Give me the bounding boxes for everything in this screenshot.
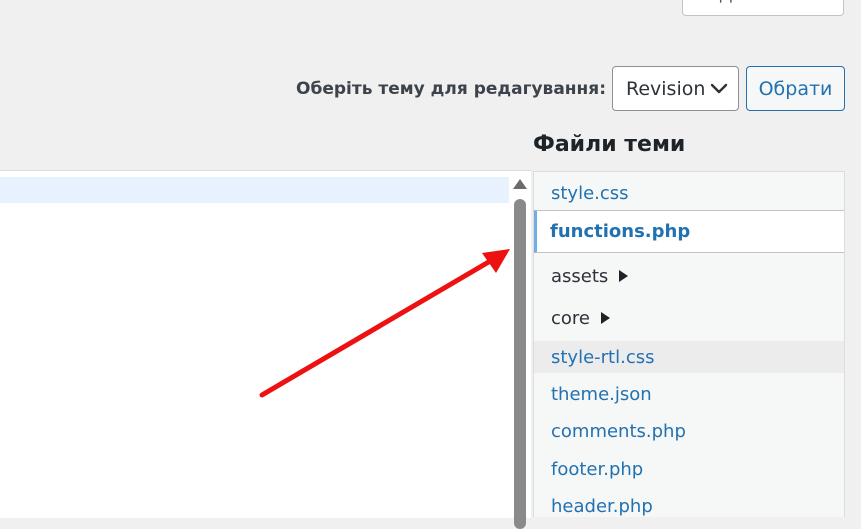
file-item-label: style.css <box>551 182 629 204</box>
file-item-theme-json[interactable]: theme.json <box>534 376 844 413</box>
theme-select[interactable]: Revision <box>612 66 739 111</box>
chevron-down-icon <box>710 83 728 93</box>
folder-item-assets[interactable]: assets <box>534 256 844 296</box>
file-item-style-css[interactable]: style.css <box>534 175 844 211</box>
editor-active-line <box>0 177 509 203</box>
file-item-header-php[interactable]: header.php <box>534 488 844 517</box>
editor-scrollbar[interactable] <box>509 171 531 529</box>
theme-selector-row: Оберіть тему для редагування: Revision О… <box>296 66 845 111</box>
theme-select-value: Revision <box>626 77 706 100</box>
folder-item-core[interactable]: core <box>534 298 844 338</box>
folder-item-label: core <box>551 307 590 329</box>
file-item-label: footer.php <box>551 459 644 480</box>
file-item-functions-php[interactable]: functions.php <box>534 210 844 253</box>
select-theme-button-label: Обрати <box>758 77 833 100</box>
caret-right-icon <box>619 270 629 282</box>
help-button[interactable]: Допомога <box>682 0 844 16</box>
theme-files-heading: Файли теми <box>533 132 686 157</box>
scroll-up-arrow-icon[interactable] <box>513 179 527 189</box>
help-button-label: Допомога <box>719 0 807 8</box>
file-item-label: theme.json <box>551 384 652 405</box>
file-item-label: header.php <box>551 496 653 517</box>
file-item-footer-php[interactable]: footer.php <box>534 451 844 488</box>
file-item-label: comments.php <box>551 421 686 442</box>
file-item-comments-php[interactable]: comments.php <box>534 413 844 450</box>
scroll-thumb[interactable] <box>514 199 526 529</box>
code-editor[interactable] <box>0 170 531 529</box>
file-item-label: functions.php <box>550 221 691 242</box>
select-theme-button[interactable]: Обрати <box>746 66 845 111</box>
folder-item-label: assets <box>551 265 609 287</box>
theme-file-list: style.css functions.php assets core styl… <box>533 171 845 517</box>
theme-select-label: Оберіть тему для редагування: <box>296 78 606 99</box>
caret-right-icon <box>601 312 610 324</box>
file-item-label: style-rtl.css <box>551 346 655 368</box>
file-item-style-rtl-css[interactable]: style-rtl.css <box>534 341 844 373</box>
